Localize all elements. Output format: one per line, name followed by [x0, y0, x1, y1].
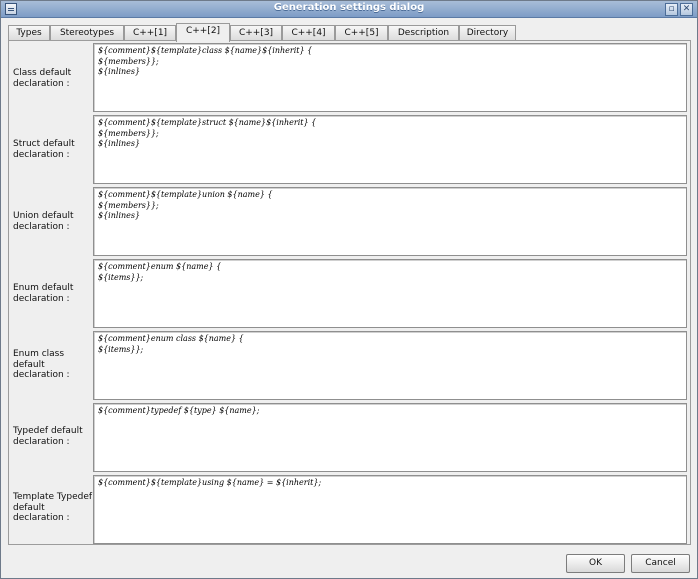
enum-class-declaration-label: Enum class default declaration :	[13, 349, 70, 380]
generation-settings-dialog: Generation settings dialog ▫ ✕ Types Ste…	[0, 0, 698, 579]
enum-declaration-row: Enum default declaration : ${comment}enu…	[9, 257, 692, 329]
tab-directory[interactable]: Directory	[459, 25, 516, 41]
typedef-declaration-field[interactable]: ${comment}typedef ${type} ${name};	[93, 403, 687, 472]
struct-declaration-row: Struct default declaration : ${comment}$…	[9, 113, 692, 185]
ok-button[interactable]: OK	[566, 554, 625, 573]
enum-declaration-field[interactable]: ${comment}enum ${name} { ${items}};	[93, 259, 687, 328]
struct-declaration-field[interactable]: ${comment}${template}struct ${name}${inh…	[93, 115, 687, 184]
tab-bar: Types Stereotypes C++[1] C++[2] C++[3] C…	[8, 23, 692, 42]
close-button[interactable]: ✕	[680, 3, 693, 16]
typedef-declaration-label: Typedef default declaration :	[13, 426, 83, 447]
maximize-button[interactable]: ▫	[665, 3, 678, 16]
tab-cpp-4[interactable]: C++[4]	[282, 25, 335, 41]
tab-cpp-2[interactable]: C++[2]	[176, 23, 230, 42]
tab-cpp-5[interactable]: C++[5]	[335, 25, 388, 41]
cancel-button[interactable]: Cancel	[631, 554, 690, 573]
template-typedef-declaration-row: Template Typedef default declaration : $…	[9, 473, 692, 545]
tab-cpp-3[interactable]: C++[3]	[230, 25, 282, 41]
class-declaration-field[interactable]: ${comment}${template}class ${name}${inhe…	[93, 43, 687, 112]
enum-class-declaration-field[interactable]: ${comment}enum class ${name} { ${items}}…	[93, 331, 687, 400]
cpp-2-settings-panel: Class default declaration : ${comment}${…	[8, 40, 691, 545]
tab-types[interactable]: Types	[8, 25, 50, 41]
title-bar: Generation settings dialog ▫ ✕	[1, 1, 697, 18]
struct-declaration-label: Struct default declaration :	[13, 139, 75, 160]
template-typedef-declaration-label: Template Typedef default declaration :	[13, 492, 93, 523]
dialog-button-box: OK Cancel	[1, 549, 697, 579]
template-typedef-declaration-field[interactable]: ${comment}${template}using ${name} = ${i…	[93, 475, 687, 544]
tab-description[interactable]: Description	[388, 25, 459, 41]
enum-class-declaration-row: Enum class default declaration : ${comme…	[9, 329, 692, 401]
tab-cpp-1[interactable]: C++[1]	[124, 25, 176, 41]
close-icon: ✕	[682, 4, 691, 14]
union-declaration-label: Union default declaration :	[13, 211, 74, 232]
union-declaration-field[interactable]: ${comment}${template}union ${name} { ${m…	[93, 187, 687, 256]
class-declaration-label: Class default declaration :	[13, 68, 72, 89]
typedef-declaration-row: Typedef default declaration : ${comment}…	[9, 401, 692, 473]
maximize-icon: ▫	[668, 4, 675, 14]
tab-stereotypes[interactable]: Stereotypes	[50, 25, 124, 41]
class-declaration-row: Class default declaration : ${comment}${…	[9, 41, 692, 113]
enum-declaration-label: Enum default declaration :	[13, 283, 74, 304]
window-title: Generation settings dialog	[273, 2, 425, 13]
union-declaration-row: Union default declaration : ${comment}${…	[9, 185, 692, 257]
